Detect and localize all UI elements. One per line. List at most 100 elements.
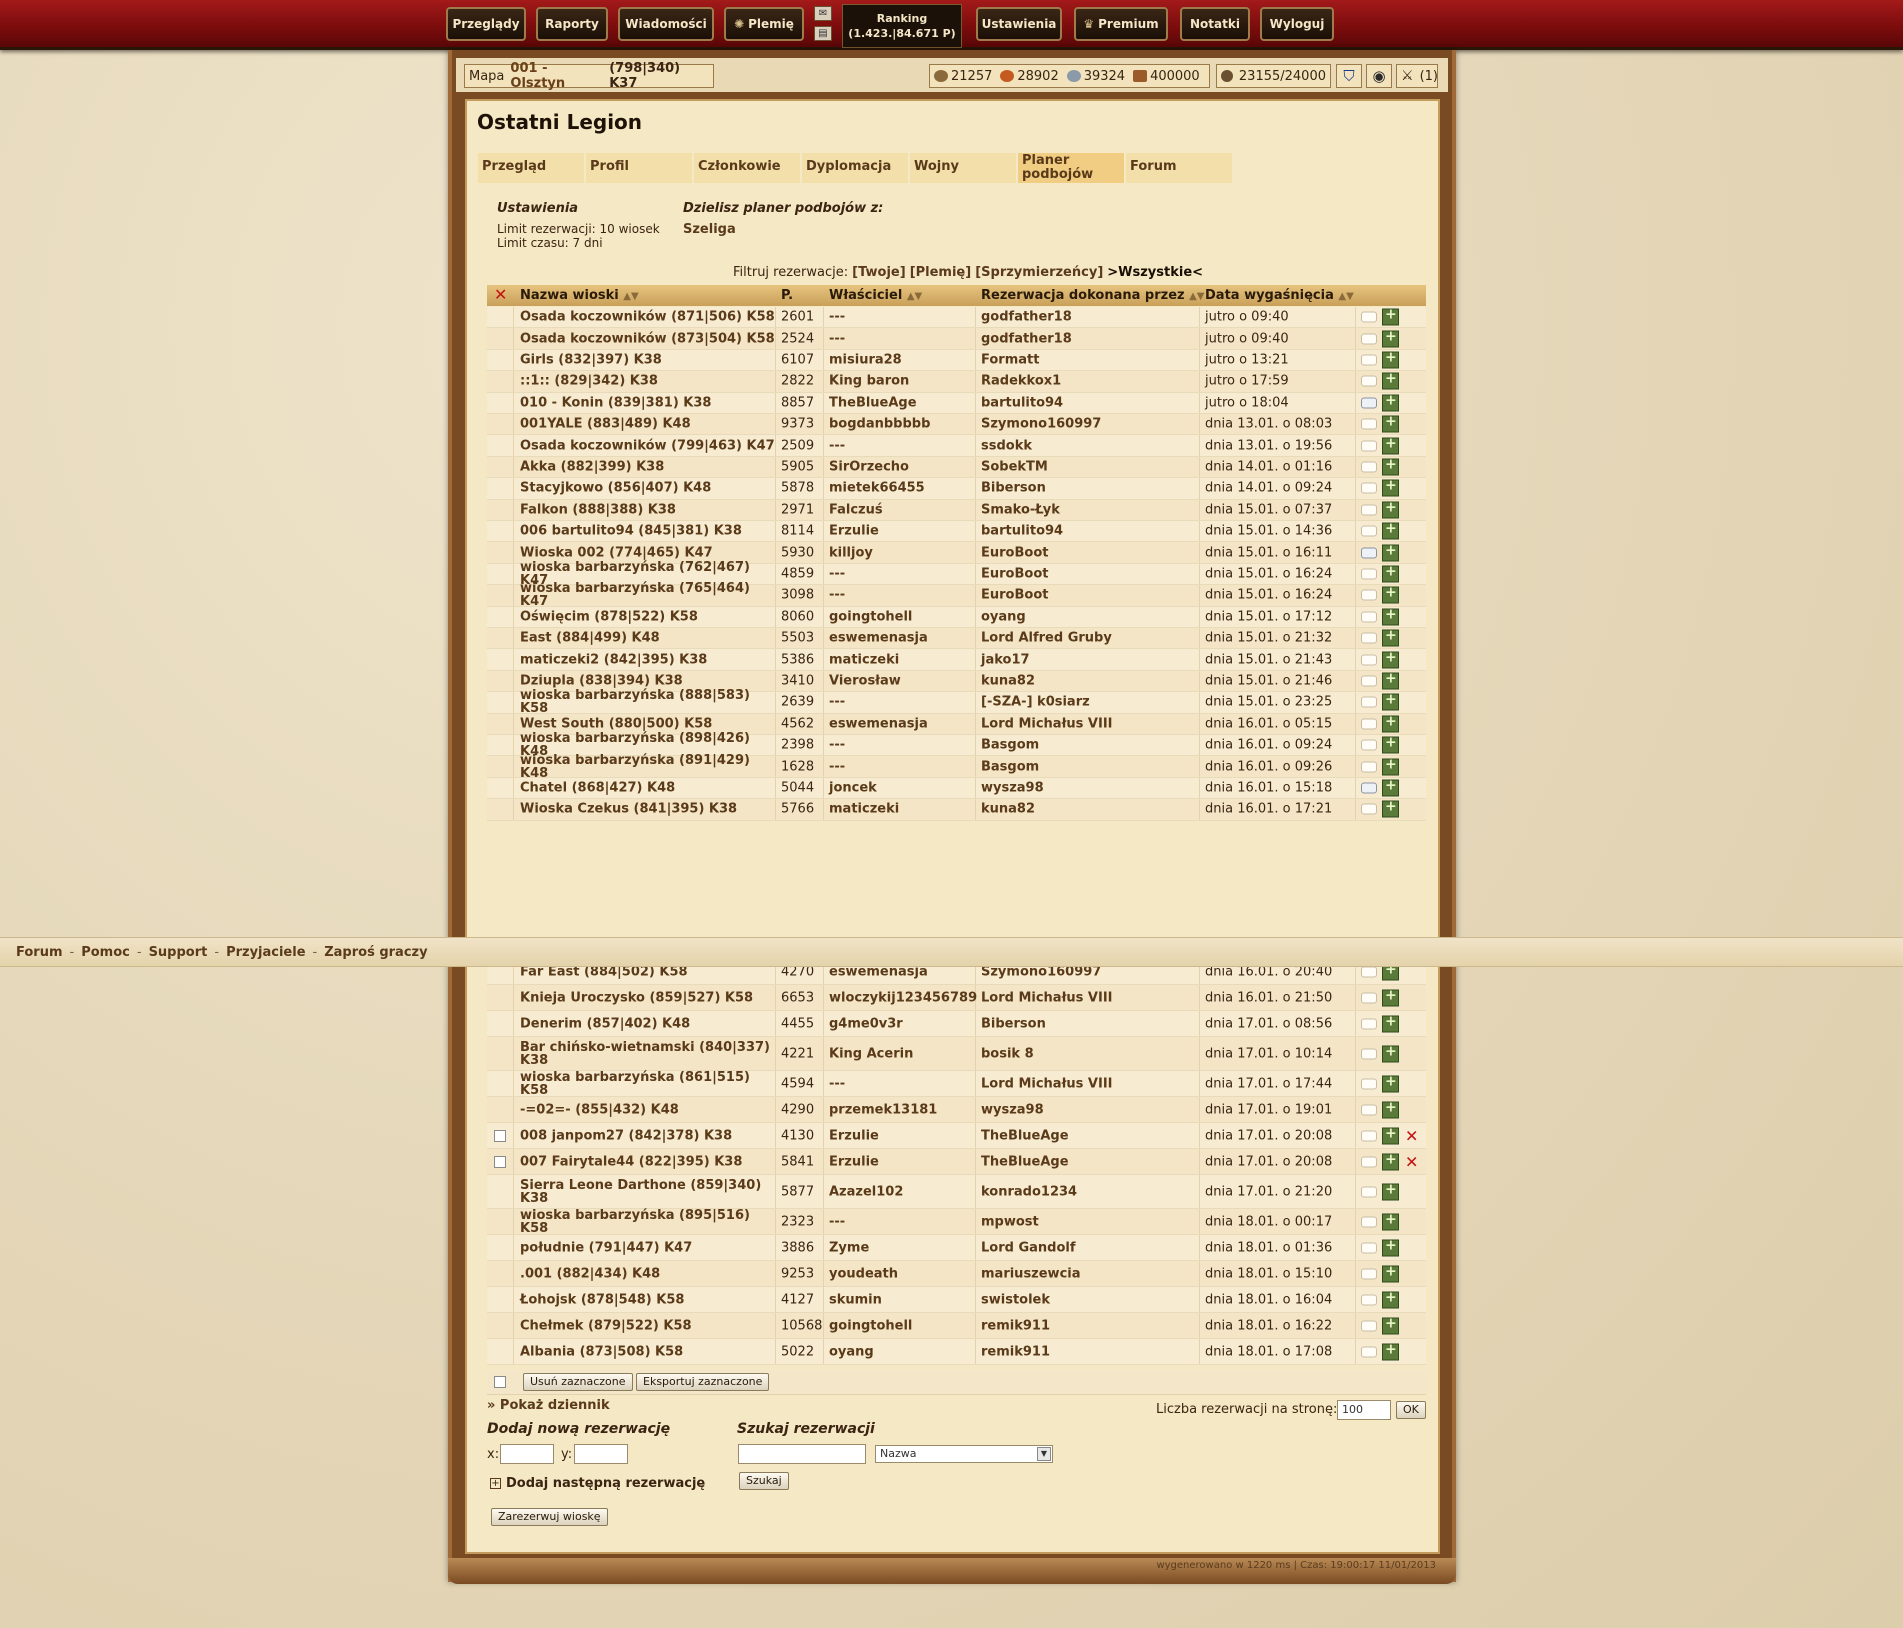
owner-link[interactable]: mietek66455 [829,481,925,496]
filter-allies[interactable]: [Sprzymierzeńcy] [975,265,1103,280]
delete-selected-button[interactable]: Usuń zaznaczone [523,1373,633,1391]
village-name-link[interactable]: Knieja Uroczysko (859|527) K58 [520,991,775,1004]
reserved-by-link[interactable]: konrado1234 [981,1184,1077,1199]
reserved-by-link[interactable]: Biberson [981,481,1046,496]
footer-help-link[interactable]: Pomoc [81,945,130,960]
comment-icon[interactable] [1361,696,1377,708]
village-name[interactable]: 001 - Olsztyn [510,61,603,91]
comment-icon[interactable] [1361,1242,1377,1253]
owner-link[interactable]: wloczykij123456789 [829,990,977,1005]
plan-attack-icon[interactable] [1382,478,1399,497]
reserved-by-link[interactable]: Lord Alfred Gruby [981,631,1112,646]
per-page-ok-button[interactable]: OK [1396,1401,1426,1419]
plan-attack-icon[interactable] [1382,563,1399,583]
owner-link[interactable]: maticzeki [829,652,899,667]
plan-attack-icon[interactable] [1382,307,1399,326]
select-all-checkbox[interactable] [494,1376,506,1388]
tab-diplomacy[interactable]: Dyplomacja [802,153,908,183]
comment-icon[interactable] [1361,1130,1377,1141]
share-player[interactable]: Szeliga [683,222,736,237]
col-expires[interactable]: Data wygaśnięcia ▲▼ [1205,288,1354,303]
village-name-link[interactable]: maticzeki2 (842|395) K38 [520,653,775,666]
reserved-by-link[interactable]: kuna82 [981,802,1035,817]
expand-icon[interactable]: + [490,1478,501,1489]
reserved-by-link[interactable]: TheBlueAge [981,1154,1069,1169]
reserved-by-link[interactable]: Lord Michałus VIII [981,990,1113,1005]
owner-link[interactable]: goingtohell [829,1318,912,1333]
owner-link[interactable]: skumin [829,1292,882,1307]
incoming-attacks-box[interactable]: ⚔ (1) [1396,64,1438,88]
village-name-link[interactable]: Albania (873|508) K58 [520,1345,775,1358]
comment-icon[interactable] [1361,1018,1377,1029]
delete-reservation-icon[interactable]: ✕ [1405,1126,1418,1145]
reserved-by-link[interactable]: godfather18 [981,310,1072,325]
village-name-link[interactable]: West South (880|500) K58 [520,717,775,730]
comment-icon[interactable] [1361,375,1377,387]
plan-attack-icon[interactable] [1382,628,1399,647]
add-next-reservation-link[interactable]: Dodaj następną rezerwację [506,1476,705,1491]
footer-forum-link[interactable]: Forum [16,945,63,960]
comment-icon[interactable] [1361,654,1377,666]
plan-attack-icon[interactable] [1382,1181,1399,1200]
comment-icon[interactable] [1361,547,1377,559]
plan-attack-icon[interactable] [1382,735,1399,754]
village-name-link[interactable]: Dziupla (838|394) K38 [520,674,775,687]
sort-icon[interactable]: ▲▼ [1189,291,1204,302]
plan-attack-icon[interactable] [1382,799,1399,818]
comment-icon[interactable] [1361,718,1377,730]
owner-link[interactable]: Erzulie [829,1154,879,1169]
reserved-by-link[interactable]: Lord Gandolf [981,1240,1076,1255]
plan-attack-icon[interactable] [1382,1289,1399,1308]
village-name-link[interactable]: Osada koczowników (871|506) K58 [520,311,775,324]
owner-link[interactable]: Falczuś [829,502,883,517]
village-name-link[interactable]: .001 (882|434) K48 [520,1267,775,1280]
plan-attack-icon[interactable] [1382,456,1399,476]
reserved-by-link[interactable]: swistolek [981,1292,1050,1307]
owner-link[interactable]: maticzeki [829,802,899,817]
col-reserved-by[interactable]: Rezerwacja dokonana przez ▲▼ [981,288,1205,303]
plan-attack-icon[interactable] [1382,713,1399,733]
reserved-by-link[interactable]: bartulito94 [981,524,1063,539]
plan-attack-icon[interactable] [1382,349,1399,369]
reserved-by-link[interactable]: Basgom [981,738,1039,753]
owner-link[interactable]: Zyme [829,1240,869,1255]
plan-attack-icon[interactable] [1382,542,1399,562]
village-name-link[interactable]: -=02=- (855|432) K48 [520,1103,775,1116]
sort-icon[interactable]: ▲▼ [907,291,922,302]
village-name-link[interactable]: ::1:: (829|342) K38 [520,375,775,388]
nav-logout-button[interactable]: Wyloguj [1260,7,1334,41]
comment-icon[interactable] [1361,632,1377,644]
footer-invite-link[interactable]: Zaproś graczy [324,945,427,960]
footer-support-link[interactable]: Support [149,945,208,960]
owner-link[interactable]: eswemenasja [829,631,928,646]
plan-attack-icon[interactable] [1382,328,1399,348]
village-name-link[interactable]: wioska barbarzyńska (765|464) K47 [520,582,775,608]
reserved-by-link[interactable]: Biberson [981,1016,1046,1031]
owner-link[interactable]: g4me0v3r [829,1016,903,1031]
plan-attack-icon[interactable] [1382,499,1399,519]
comment-icon[interactable] [1361,440,1377,452]
shield-icon-box[interactable]: ⛉ [1336,64,1362,88]
owner-link[interactable]: Erzulie [829,1128,879,1143]
reserved-by-link[interactable]: Formatt [981,352,1039,367]
reserved-by-link[interactable]: wysza98 [981,1102,1044,1117]
tab-conquest-planner[interactable]: Planer podbojów [1018,153,1124,183]
comment-icon[interactable] [1361,1186,1377,1197]
plan-attack-icon[interactable] [1382,371,1399,390]
plan-attack-icon[interactable] [1382,1099,1399,1118]
owner-link[interactable]: TheBlueAge [829,395,917,410]
reserved-by-link[interactable]: bosik 8 [981,1046,1034,1061]
reserved-by-link[interactable]: jako17 [981,652,1030,667]
filter-yours[interactable]: [Twoje] [852,265,906,280]
village-name-link[interactable]: Oświęcim (878|522) K58 [520,610,775,623]
comment-icon[interactable] [1361,782,1377,794]
comment-icon[interactable] [1361,1078,1377,1089]
plan-attack-icon[interactable] [1382,1211,1399,1230]
comment-icon[interactable] [1361,611,1377,623]
comment-icon[interactable] [1361,482,1377,494]
tab-overview[interactable]: Przegląd [478,153,584,183]
col-name[interactable]: Nazwa wioski ▲▼ [520,288,639,303]
medal-icon-box[interactable]: ◉ [1366,64,1392,88]
nav-messages-button[interactable]: Wiadomości [618,7,714,41]
plan-attack-icon[interactable] [1382,777,1399,797]
